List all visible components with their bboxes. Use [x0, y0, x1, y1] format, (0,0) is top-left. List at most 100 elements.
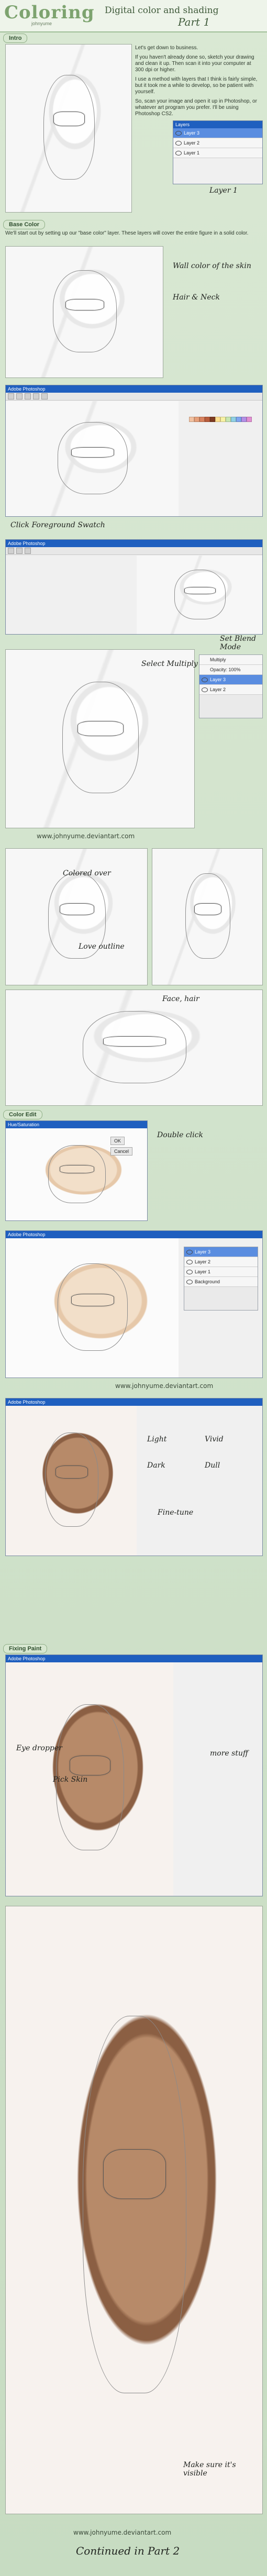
annotation-select-multiply: Select Multiply	[141, 660, 198, 668]
swatch[interactable]	[189, 417, 194, 422]
layer-row[interactable]: Layer 1	[184, 1267, 258, 1277]
window-title: Adobe Photoshop	[6, 1231, 262, 1238]
blend-mode-row[interactable]: Multiply	[199, 655, 262, 665]
layers-panel[interactable]: Multiply Opacity: 100% Layer 3 Layer 2	[199, 654, 263, 718]
annotation-dark: Dark	[147, 1461, 165, 1470]
canvas[interactable]	[6, 1406, 137, 1556]
section-fixing-paint: Fixing Paint	[3, 1644, 48, 1653]
canvas[interactable]	[137, 556, 262, 634]
section-intro: Intro	[3, 34, 28, 43]
layer-example-panel	[152, 848, 263, 985]
section-base-color: Base Color	[3, 220, 46, 229]
eye-icon[interactable]	[175, 141, 182, 146]
eye-icon[interactable]	[202, 687, 208, 692]
base-text: We'll start out by setting up our "base …	[5, 230, 249, 236]
ok-button[interactable]: OK	[110, 1137, 125, 1145]
intro-line: I use a method with layers that I think …	[135, 76, 258, 95]
tool-button[interactable]	[16, 548, 23, 554]
annotation-hair: Hair & Neck	[173, 293, 220, 302]
adjustment-window[interactable]: Adobe Photoshop Light Dark Vivid Dull Fi…	[5, 1398, 263, 1556]
swatch[interactable]	[231, 417, 236, 422]
page-title: Digital color and shading	[105, 5, 219, 16]
swatch[interactable]	[247, 417, 252, 422]
sketch-image	[6, 650, 194, 828]
layer-row[interactable]: Layer 2	[173, 138, 262, 148]
tool-button[interactable]	[33, 393, 39, 399]
swatch[interactable]	[241, 417, 247, 422]
swatch[interactable]	[194, 417, 199, 422]
sketch-image	[6, 45, 131, 212]
intro-line: So, scan your image and open it up in Ph…	[135, 98, 257, 117]
layers-titlebar: Layers	[173, 121, 262, 128]
eye-icon[interactable]	[202, 678, 208, 682]
window-title: Adobe Photoshop	[6, 1655, 262, 1662]
swatch[interactable]	[220, 417, 226, 422]
hue-saturation-window[interactable]: Hue/Saturation OK Cancel	[5, 1120, 148, 1221]
intro-line: Let's get down to business.	[135, 45, 198, 51]
layer-row[interactable]: Layer 3	[173, 128, 262, 138]
annotation-dull: Dull	[205, 1461, 220, 1470]
layers-window[interactable]: Layers Layer 3 Layer 2 Layer 1	[173, 120, 263, 184]
eye-icon[interactable]	[186, 1280, 193, 1284]
tool-button[interactable]	[41, 393, 48, 399]
layer-row[interactable]: Layer 1	[173, 148, 262, 158]
window-title: Adobe Photoshop	[6, 385, 262, 393]
paint-window[interactable]: Adobe Photoshop Eye dropper Pick Skin mo…	[5, 1655, 263, 1896]
tool-button[interactable]	[8, 393, 14, 399]
annotation-more-stuff: more stuff	[210, 1749, 248, 1758]
tool-button[interactable]	[16, 393, 23, 399]
base-sketch-panel	[5, 246, 163, 378]
sketch-image	[6, 247, 163, 377]
color-edit-window[interactable]: Adobe Photoshop Layer 3 Layer 2 Layer 1 …	[5, 1230, 263, 1378]
photoshop-window[interactable]: Adobe Photoshop	[5, 385, 263, 517]
eye-icon[interactable]	[186, 1250, 193, 1254]
opacity-row[interactable]: Opacity: 100%	[199, 665, 262, 675]
eye-icon[interactable]	[186, 1270, 193, 1274]
annotation-love: Love outline	[79, 942, 125, 951]
tool-button[interactable]	[25, 548, 31, 554]
annotation-fine-tune: Fine-tune	[158, 1508, 194, 1517]
canvas[interactable]	[6, 1662, 173, 1896]
eye-icon[interactable]	[186, 1260, 193, 1264]
watermark: www.johnyume.deviantart.com	[115, 1382, 214, 1390]
intro-sketch-panel	[5, 44, 132, 213]
swatch[interactable]	[210, 417, 215, 422]
annotation-light: Light	[147, 1435, 167, 1444]
sketch-image	[6, 1906, 262, 2514]
sketch-image	[6, 990, 262, 1105]
layer-row[interactable]: Layer 3	[184, 1247, 258, 1257]
canvas[interactable]	[6, 1238, 179, 1378]
layer-row[interactable]: Layer 2	[199, 685, 262, 695]
swatch[interactable]	[199, 417, 205, 422]
tool-button[interactable]	[25, 393, 31, 399]
intro-text: Let's get down to business. If you haven…	[135, 45, 261, 117]
swatch[interactable]	[236, 417, 241, 422]
layers-panel[interactable]: Layer 3 Layer 2 Layer 1 Background	[184, 1247, 258, 1311]
canvas[interactable]	[6, 1128, 147, 1220]
brush-window[interactable]: Adobe Photoshop	[5, 539, 263, 635]
cancel-button[interactable]: Cancel	[110, 1147, 133, 1156]
continued-label: Continued in Part 2	[76, 2545, 180, 2557]
eye-icon[interactable]	[175, 151, 182, 156]
final-sketch-panel	[5, 1906, 263, 2514]
canvas[interactable]	[6, 401, 179, 516]
header-banner: Coloring johnyume Digital color and shad…	[0, 0, 267, 32]
layer-row[interactable]: Layer 2	[184, 1257, 258, 1267]
annotation-pick-skin: Pick Skin	[53, 1775, 88, 1784]
annotation-set-blend: Set Blend Mode	[220, 635, 256, 651]
tool-button[interactable]	[8, 548, 14, 554]
swatch[interactable]	[226, 417, 231, 422]
layer-row[interactable]: Layer 3	[199, 675, 262, 685]
annotation-layer: Layer 1	[209, 186, 238, 195]
annotation-make-sure: Make sure it's visible	[183, 2461, 236, 2478]
tutorial-page: Coloring johnyume Digital color and shad…	[0, 0, 267, 2576]
layer-row[interactable]: Background	[184, 1277, 258, 1287]
intro-line: If you haven't already done so, sketch y…	[135, 54, 254, 73]
swatch[interactable]	[215, 417, 220, 422]
color-swatches[interactable]	[189, 417, 252, 422]
logo-sub: johnyume	[31, 21, 52, 26]
toolbar	[6, 547, 262, 555]
swatch[interactable]	[205, 417, 210, 422]
face-hair-panel	[5, 990, 263, 1106]
eye-icon[interactable]	[175, 131, 182, 136]
